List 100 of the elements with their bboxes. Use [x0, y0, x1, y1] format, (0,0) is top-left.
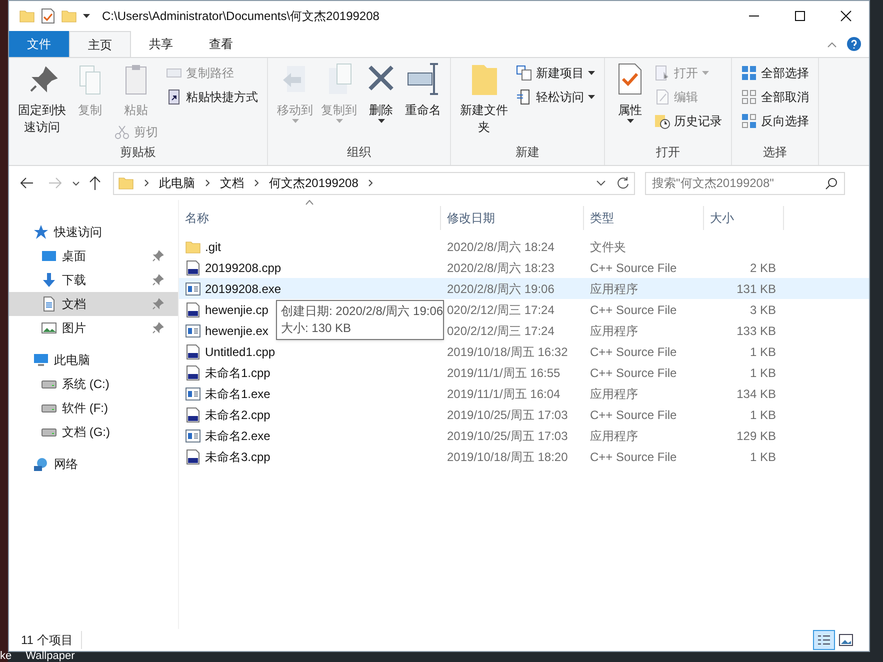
- ribbon-button[interactable]: 全部取消: [739, 86, 811, 108]
- group-label: 剪贴板: [119, 144, 157, 161]
- ribbon-button[interactable]: 反向选择: [739, 110, 811, 132]
- ribbon-tab[interactable]: 主页: [69, 31, 131, 57]
- breadcrumb-link[interactable]: 此电脑: [159, 174, 195, 192]
- file-size: 129 KB: [736, 428, 776, 444]
- column-header[interactable]: 类型: [584, 206, 704, 230]
- sidebar-item[interactable]: 下载: [9, 268, 178, 292]
- file-name[interactable]: 未命名2.exe: [205, 426, 270, 444]
- ribbon-button[interactable]: 轻松访问: [514, 86, 597, 108]
- file-name[interactable]: hewenjie.cp: [205, 300, 268, 318]
- ribbon-tab[interactable]: 查看: [191, 31, 251, 57]
- ribbon-button[interactable]: 删除: [363, 62, 399, 123]
- ribbon-tab[interactable]: 文件: [9, 31, 69, 57]
- ribbon-button[interactable]: 新建文件夹: [458, 62, 510, 136]
- pin-icon[interactable]: [152, 274, 164, 286]
- sidebar-item[interactable]: 软件 (F:): [9, 396, 178, 420]
- chevron-right-icon[interactable]: [368, 179, 374, 187]
- file-size: 134 KB: [736, 386, 776, 402]
- dropdown-icon[interactable]: [596, 180, 606, 186]
- ribbon-tab[interactable]: 共享: [131, 31, 191, 57]
- ribbon-button[interactable]: 历史记录: [652, 110, 724, 132]
- address-bar[interactable]: 此电脑 文档 何文杰20199208: [113, 172, 635, 194]
- file-name[interactable]: 20199208.exe: [205, 280, 282, 298]
- group-label: 打开: [655, 144, 681, 161]
- ribbon-button[interactable]: 全部选择: [739, 62, 811, 84]
- select-all-icon: [741, 65, 757, 81]
- modified-date: 2020/2/8/周六 19:06: [446, 280, 556, 298]
- file-type: C++ Source File: [589, 448, 678, 466]
- file-name[interactable]: hewenjie.ex: [205, 322, 268, 340]
- group-label: 选择: [762, 144, 788, 161]
- file-name[interactable]: 未命名1.exe: [205, 384, 270, 402]
- column-header[interactable]: 名称: [179, 206, 441, 230]
- breadcrumb-link[interactable]: 何文杰20199208: [269, 174, 358, 192]
- file-type: C++ Source File: [589, 406, 678, 424]
- file-type: 应用程序: [589, 322, 639, 340]
- sidebar-item[interactable]: 快速访问: [9, 220, 178, 244]
- sidebar-item[interactable]: 图片: [9, 316, 178, 340]
- document-icon: [41, 296, 57, 312]
- modified-date: 2019/10/18/周五 18:20: [446, 448, 569, 466]
- search-field[interactable]: 搜索"何文杰20199208": [645, 172, 845, 194]
- star-icon: [33, 224, 49, 240]
- group-label: 新建: [514, 144, 540, 161]
- breadcrumb-link[interactable]: 文档: [220, 174, 244, 192]
- file-type: C++ Source File: [589, 260, 678, 276]
- cpp-file-icon: [185, 364, 201, 380]
- tooltip-text: 大小: 130 KB: [281, 320, 352, 337]
- sidebar-item[interactable]: 桌面: [9, 244, 178, 268]
- collapse-icon[interactable]: [827, 42, 837, 48]
- chevron-right-icon[interactable]: [254, 179, 259, 187]
- sidebar-item[interactable]: 系统 (C:): [9, 372, 178, 396]
- chevron-right-icon[interactable]: [144, 179, 149, 187]
- pin-icon[interactable]: [152, 298, 164, 310]
- picture-icon: [41, 320, 57, 336]
- refresh-icon[interactable]: [616, 176, 630, 190]
- file-type: C++ Source File: [589, 344, 678, 360]
- file-name[interactable]: Untitled1.cpp: [205, 342, 276, 360]
- modified-date: 2019/11/1/周五 16:04: [446, 386, 562, 402]
- modified-date: 2019/10/18/周五 16:32: [446, 344, 569, 360]
- file-name[interactable]: 未命名3.cpp: [205, 448, 270, 466]
- desktop-icon-label[interactable]: Wallpaper: [26, 651, 75, 662]
- image-icon: [839, 634, 853, 646]
- ribbon-button[interactable]: 粘贴快捷方式: [164, 86, 260, 108]
- column-header[interactable]: 大小: [704, 206, 784, 230]
- checkmark-document-icon[interactable]: [41, 8, 55, 24]
- ribbon-button[interactable]: 属性: [612, 62, 648, 123]
- column-header[interactable]: 修改日期: [441, 206, 584, 230]
- folder-icon: [61, 8, 77, 24]
- pin-icon[interactable]: [152, 322, 164, 334]
- ribbon-button[interactable]: 固定到快速访问: [16, 62, 68, 136]
- file-name[interactable]: 未命名2.cpp: [205, 406, 270, 424]
- ribbon-button[interactable]: 新建项目: [514, 62, 597, 84]
- scissors-icon: [114, 124, 130, 140]
- ribbon-button[interactable]: 重命名: [403, 62, 443, 119]
- file-size: 1 KB: [750, 406, 776, 424]
- pin-icon[interactable]: [152, 250, 164, 262]
- chevron-right-icon[interactable]: [205, 179, 210, 187]
- item-count: 11 个项目: [21, 631, 82, 649]
- sidebar-item[interactable]: 此电脑: [9, 348, 178, 372]
- details-view-button[interactable]: [813, 630, 835, 650]
- file-name[interactable]: .git: [205, 238, 222, 256]
- file-name[interactable]: 未命名1.cpp: [205, 364, 270, 382]
- file-type: 应用程序: [589, 428, 639, 444]
- sidebar-item[interactable]: 文档 (G:): [9, 420, 178, 444]
- application-icon: [185, 428, 201, 444]
- modified-date: 2019/10/25/周五 17:03: [446, 406, 569, 424]
- modified-date: 2020/2/8/周六 18:24: [446, 238, 556, 256]
- folder-icon: [185, 238, 201, 254]
- group-label: 组织: [346, 144, 372, 161]
- help-icon[interactable]: [847, 37, 861, 51]
- file-size: 131 KB: [736, 280, 776, 298]
- modified-date: 020/2/12/周三 17:24: [446, 322, 556, 340]
- sidebar-item[interactable]: 网络: [9, 452, 178, 476]
- row-highlight[interactable]: 20199208.exe 2020/2/8/周六 19:06 应用程序 131 KB: [179, 278, 869, 299]
- modified-date: 2020/2/8/周六 18:23: [446, 260, 556, 276]
- desktop-icon-label[interactable]: ke: [0, 651, 12, 662]
- cpp-file-icon: [185, 260, 201, 276]
- select-none-icon: [741, 89, 757, 105]
- sidebar-item[interactable]: 文档: [9, 292, 178, 316]
- file-name[interactable]: 20199208.cpp: [205, 258, 282, 276]
